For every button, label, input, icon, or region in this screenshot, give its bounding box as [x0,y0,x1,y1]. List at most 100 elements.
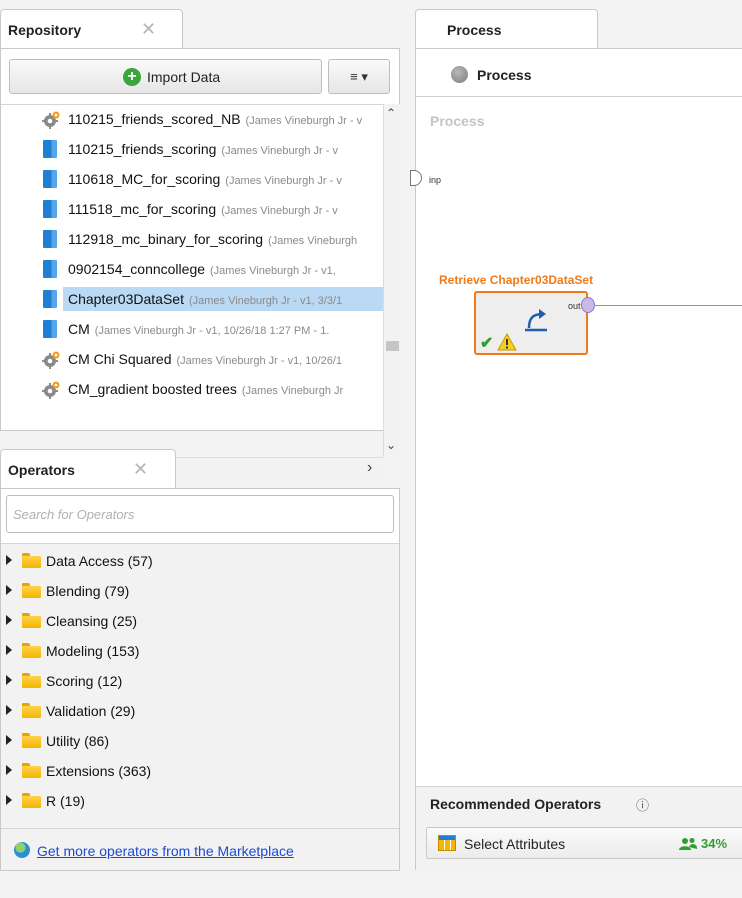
repository-item-name: CM Chi Squared [68,351,172,367]
marketplace-link[interactable]: Get more operators from the Marketplace [37,843,294,859]
expand-triangle-icon[interactable] [6,555,12,565]
repository-item-text: 111518_mc_for_scoring (James Vineburgh Jr… [68,201,338,217]
operator-category-label: Scoring (12) [46,673,123,689]
repository-item[interactable]: 112918_mc_binary_for_scoring (James Vineb… [39,227,383,251]
scroll-up-icon[interactable]: ⌃ [386,106,396,120]
process-breadcrumb-label[interactable]: Process [477,67,531,83]
close-icon[interactable]: ✕ [141,19,156,40]
expand-triangle-icon[interactable] [6,705,12,715]
recommended-operator-item[interactable]: Select Attributes 34% [426,827,742,859]
process-gear-icon [42,111,60,129]
folder-icon [22,733,41,748]
tab-operators[interactable]: Operators ✕ [0,449,176,489]
data-file-icon [43,140,57,158]
recommended-title: Recommended Operators [430,796,602,812]
operator-category-label: Validation (29) [46,703,136,719]
folder-icon [22,643,41,658]
repository-item[interactable]: 111518_mc_for_scoring (James Vineburgh Jr… [39,197,383,221]
retrieve-operator[interactable]: out ✔ [474,291,595,355]
repository-item-text: 110618_MC_for_scoring (James Vineburgh Jr… [68,171,342,187]
operator-search-input[interactable] [6,495,394,533]
input-port[interactable] [410,170,422,186]
scroll-thumb[interactable] [386,341,399,351]
operator-category-label: Utility (86) [46,733,110,749]
repository-menu-button[interactable]: ≡ ▾ [328,59,390,94]
repository-item-meta: (James Vineburgh Jr - v1, [210,265,336,277]
repository-item[interactable]: 110215_friends_scoring (James Vineburgh J… [39,137,383,161]
operator-category[interactable]: Validation (29) [1,696,399,726]
scroll-down-icon[interactable]: ⌄ [386,438,396,452]
vertical-scrollbar[interactable]: ⌃ ⌄ [383,104,400,457]
import-data-button[interactable]: + Import Data [9,59,322,94]
repository-item-meta: (James Vineburgh Jr - v1, 10/26/1 [176,355,343,367]
expand-triangle-icon[interactable] [6,615,12,625]
operator-category-label: Blending (79) [46,583,130,599]
operator-category[interactable]: Blending (79) [1,576,399,606]
repository-item[interactable]: Chapter03DataSet (James Vineburgh Jr - v1… [43,287,383,311]
expand-triangle-icon[interactable] [6,765,12,775]
info-icon[interactable]: ⓘ [636,795,649,814]
close-icon[interactable]: ✕ [133,459,148,480]
folder-icon [22,793,41,808]
data-file-icon [43,260,57,278]
process-icon [451,66,468,83]
repository-item-name: CM [68,321,90,337]
plus-icon: + [123,68,141,86]
operator-category[interactable]: Utility (86) [1,726,399,756]
repository-item-meta: (James Vineburgh Jr - v1, 10/26/18 1:27 … [94,325,330,337]
scroll-right-icon[interactable]: › [367,459,372,477]
expand-triangle-icon[interactable] [6,735,12,745]
tab-operators-label: Operators [8,462,75,478]
output-port[interactable] [581,297,595,313]
output-port-label: out [568,301,581,311]
data-file-icon [43,230,57,248]
process-panel: Process Process inp Retrieve Chapter03Da… [410,48,742,871]
operator-category[interactable]: Modeling (153) [1,636,399,666]
tab-process[interactable]: Process [415,9,598,49]
connection-wire[interactable] [594,305,742,306]
table-icon [438,835,456,851]
operator-category[interactable]: Cleansing (25) [1,606,399,636]
tab-process-label: Process [447,22,502,38]
operator-category[interactable]: Extensions (363) [1,756,399,786]
repository-item[interactable]: 110215_friends_scored_NB (James Vineburgh… [39,107,383,131]
recommended-operators-bar: Recommended Operators ⓘ Select Attribute… [416,786,742,871]
expand-triangle-icon[interactable] [6,585,12,595]
repository-item-text: 110215_friends_scoring (James Vineburgh J… [68,141,338,157]
operator-category-label: R (19) [46,793,85,809]
repository-item[interactable]: CM Chi Squared (James Vineburgh Jr - v1, … [39,347,383,371]
repository-item-name: 112918_mc_binary_for_scoring [68,231,264,247]
folder-icon [22,673,41,688]
operators-panel: Data Access (57) Blending (79) Cleansing (… [0,488,400,871]
retrieve-icon [525,309,547,332]
tab-repository[interactable]: Repository ✕ [0,9,183,49]
canvas-title: Process [430,113,485,129]
repository-item[interactable]: CM_gradient boosted trees (James Vineburg… [39,377,383,401]
repository-item[interactable]: CM (James Vineburgh Jr - v1, 10/26/18 1:2… [39,317,383,341]
repository-item-meta: (James Vineburgh Jr - v [225,175,342,187]
repository-item-name: 0902154_conncollege [68,261,206,277]
repository-item-name: 110618_MC_for_scoring [68,171,221,187]
expand-triangle-icon[interactable] [6,675,12,685]
repository-item-meta: (James Vineburgh [268,235,358,247]
operator-category[interactable]: Scoring (12) [1,666,399,696]
operator-category[interactable]: Data Access (57) [1,546,399,576]
left-column: Repository ✕ + Import Data ≡ ▾ 110215_fr… [0,0,400,898]
expand-triangle-icon[interactable] [6,645,12,655]
repository-item[interactable]: 110618_MC_for_scoring (James Vineburgh Jr… [39,167,383,191]
operator-category[interactable]: R (19) [1,786,399,816]
repository-item-meta: (James Vineburgh Jr [241,385,344,397]
operator-category-label: Cleansing (25) [46,613,138,629]
check-icon: ✔ [480,335,494,352]
folder-icon [22,613,41,628]
globe-icon [14,842,30,858]
process-canvas[interactable]: Process inp Retrieve Chapter03DataSet ou… [410,98,742,786]
data-file-icon [43,320,57,338]
data-file-icon [43,200,57,218]
tab-repository-label: Repository [8,22,82,38]
repository-item[interactable]: 0902154_conncollege (James Vineburgh Jr -… [39,257,383,281]
folder-icon [22,703,41,718]
expand-triangle-icon[interactable] [6,795,12,805]
repository-item-text: Chapter03DataSet (James Vineburgh Jr - v1… [68,291,342,307]
repository-item-text: 110215_friends_scored_NB (James Vineburgh… [68,111,362,127]
